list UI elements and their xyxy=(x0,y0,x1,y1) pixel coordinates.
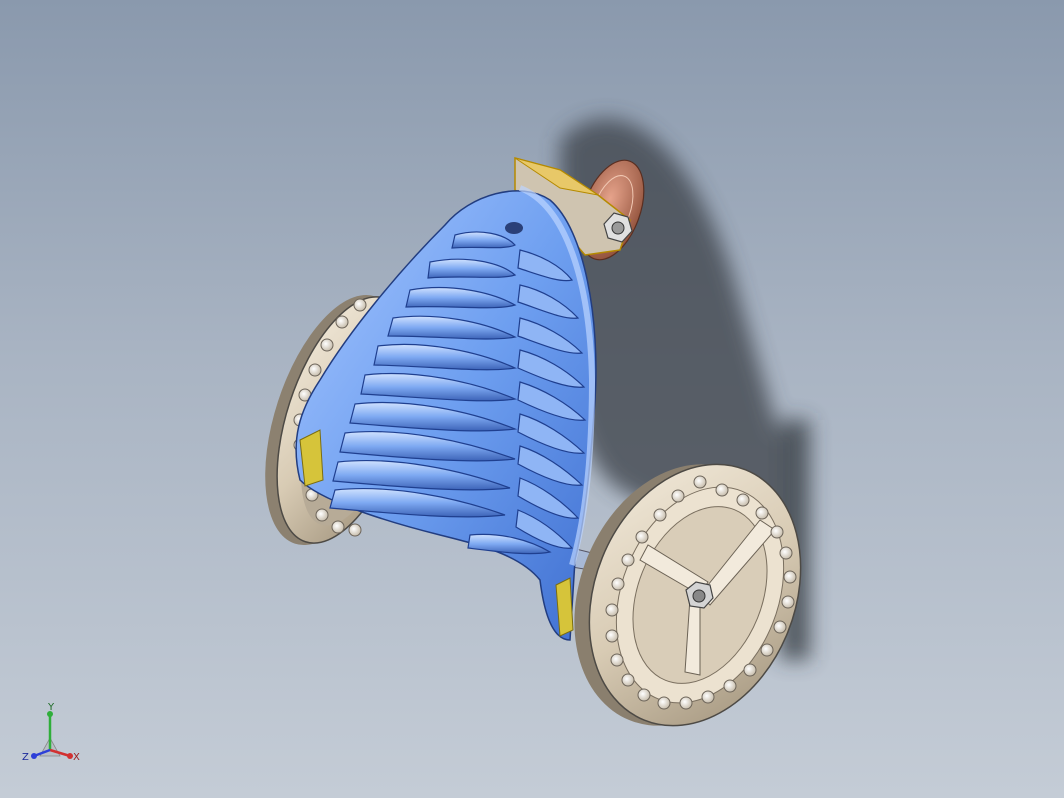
3d-viewport[interactable]: Y X Z xyxy=(0,0,1064,798)
x-axis-label: X xyxy=(73,752,80,763)
y-axis-label: Y xyxy=(47,702,55,713)
z-axis-label: Z xyxy=(22,752,29,763)
orientation-triad[interactable]: Y X Z xyxy=(18,700,88,770)
cad-model-view[interactable] xyxy=(0,0,1064,798)
